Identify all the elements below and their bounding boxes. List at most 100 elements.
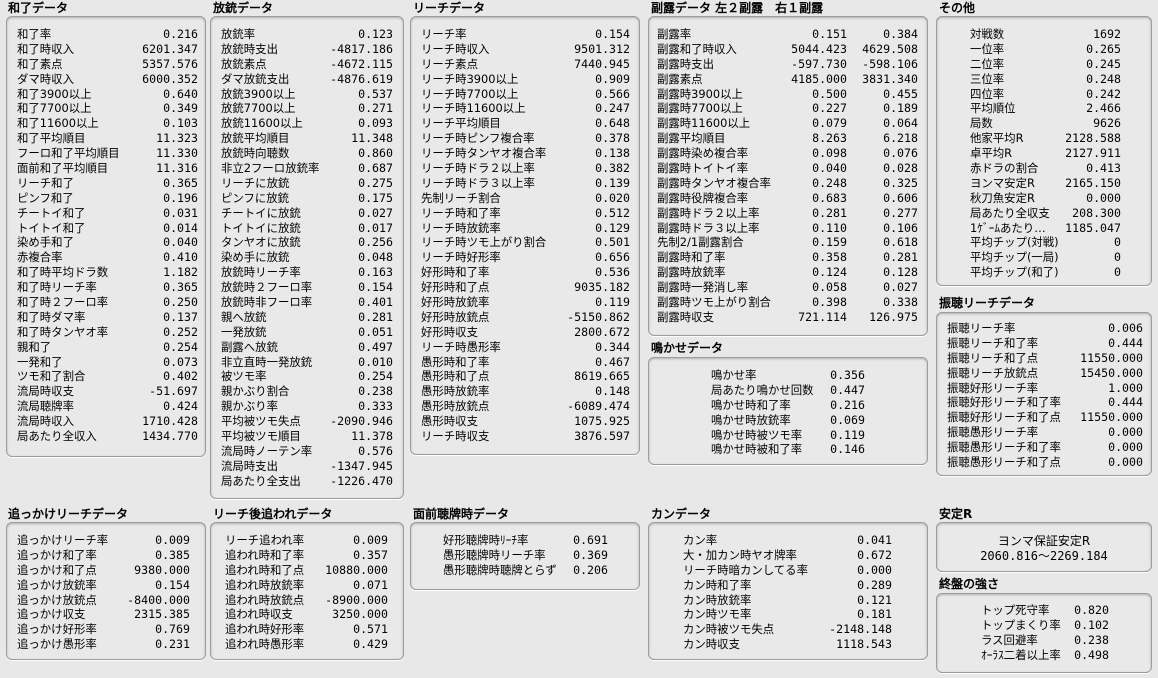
stat-value: 0.385 (155, 547, 190, 562)
stat-label: 振聴愚形リーチ率 (947, 425, 1039, 440)
stat-label: 和了時リーチ率 (17, 280, 97, 295)
stat-value: -4817.186 (330, 41, 393, 56)
stat-label: 振聴リーチ和了点 (947, 350, 1039, 365)
furiten-row: 振聴リーチ率 0.006 (937, 321, 1151, 336)
stat-value: 0.571 (353, 622, 388, 637)
stat-value: 0.333 (358, 399, 393, 414)
kan-row: カン時被ツモ失点 -2148.148 (649, 622, 927, 637)
stat-value: 0.691 (573, 533, 608, 547)
chase-title: 追っかけリーチデータ (8, 507, 129, 521)
naki-rows: 鳴かせ率 0.356 局あたり鳴かせ回数 0.447 鳴かせ時和了率 0.216 鳴かせ時放… (649, 368, 927, 457)
stat-value: 0.325 (883, 175, 918, 190)
stat-label: 副露へ放銃 (221, 339, 278, 354)
stat-label: カン時放銃率 (683, 592, 752, 607)
stat-value: 0.566 (595, 86, 630, 101)
stat-value: 2800.672 (574, 324, 630, 339)
stat-label: 副露時放銃率 (657, 265, 726, 280)
furiten-row: 振聴リーチ和了率 0.444 (937, 336, 1151, 351)
chase-row: 追っかけ好形率 0.769 (7, 622, 205, 637)
other-row: 他家平均R 2128.588 (937, 131, 1151, 146)
stat-value: 0.163 (358, 265, 393, 280)
stat-label: 和了時収入 (17, 41, 74, 56)
deal-in-row: 放銃3900以上 0.537 (211, 87, 403, 102)
deal-in-row: 流局時ノーテン率 0.576 (211, 444, 403, 459)
stat-value: 0.256 (358, 235, 393, 250)
stat-label: 副露時染め複合率 (657, 146, 749, 161)
stat-value: -1226.470 (330, 473, 393, 488)
stat-label: 副露時トイトイ率 (657, 161, 749, 176)
hora-row: 和了3900以上 0.640 (7, 87, 205, 102)
stat-value: 0.154 (155, 577, 190, 592)
stat-value: 1434.770 (142, 429, 198, 444)
stat-label: 二位率 (970, 56, 1005, 71)
endgame-row: トップまくり率 0.102 (937, 618, 1151, 633)
stat-value: 0.289 (857, 577, 892, 592)
stat-label: ツモ和了割合 (17, 369, 86, 384)
stat-value: 2315.385 (134, 607, 190, 622)
stat-value: 0.175 (358, 190, 393, 205)
deal-in-row: 平均被ツモ失点 -2090.946 (211, 414, 403, 429)
riichi-row: 先制リーチ割合 0.020 (411, 191, 639, 206)
stat-label: 副露時支出 (657, 56, 714, 71)
hora-row: ピンフ和了 0.196 (7, 191, 205, 206)
hora-row: 和了時ダマ率 0.137 (7, 310, 205, 325)
stat-label: 和了3900以上 (17, 86, 92, 101)
hora-panel: 和了率 0.216 和了時収入 6201.347 和了素点 5357.576 ダマ時収入 60… (6, 16, 206, 457)
stat-value: 0.154 (595, 27, 630, 41)
stat-label: 和了11600以上 (17, 116, 99, 131)
stat-label: 副露時3900以上 (657, 86, 743, 101)
stat-value: 0.231 (155, 637, 190, 652)
stat-label: 副露率 (657, 27, 692, 41)
stat-label: 放銃率 (221, 27, 256, 41)
chased-row: 追われ時放銃点 -8900.000 (211, 593, 403, 608)
hora-row: 赤複合率 0.410 (7, 250, 205, 265)
stat-value: 0.014 (163, 220, 198, 235)
stat-value: -51.697 (149, 384, 198, 399)
deal-in-row: ピンフに放銃 0.175 (211, 191, 403, 206)
stat-label: 和了率 (17, 27, 52, 41)
stat-value: 0.382 (595, 161, 630, 176)
stat-value: 0.275 (358, 175, 393, 190)
other-row: 四位率 0.242 (937, 87, 1151, 102)
stat-value: 0.648 (595, 116, 630, 131)
furo-row: 副露素点 4185.000 3831.340 (649, 72, 927, 87)
stat-label: 愚形時放銃率 (421, 384, 490, 399)
menzen-panel: 好形聴牌時ﾘｰﾁ率 0.691 愚形聴牌時リーチ率 0.369 愚形聴牌時聴牌とらず 0.… (410, 522, 640, 590)
furiten-row: 振聴愚形リーチ和了点 0.000 (937, 455, 1151, 470)
stat-label: 四位率 (970, 86, 1005, 101)
stat-value: 1.182 (163, 265, 198, 280)
other-row: 平均チップ(対戦) 0 (937, 235, 1151, 250)
furiten-row: 振聴愚形リーチ率 0.000 (937, 425, 1151, 440)
furo-row: 副露時11600以上 0.079 0.064 (649, 116, 927, 131)
hora-row: リーチ和了 0.365 (7, 176, 205, 191)
stat-value: 0.242 (1086, 86, 1121, 101)
chase-panel: 追っかけリーチ率 0.009 追っかけ和了率 0.385 追っかけ和了点 9380.000… (6, 522, 206, 660)
menzen-rows: 好形聴牌時ﾘｰﾁ率 0.691 愚形聴牌時リーチ率 0.369 愚形聴牌時聴牌とらず 0.… (411, 533, 639, 578)
furo-row: 副露平均順目 8.263 6.218 (649, 131, 927, 146)
stat-value: 0.093 (358, 116, 393, 131)
stat-value: 0.000 (1108, 440, 1143, 455)
furo-title: 副露データ 左２副露 右１副露 (651, 1, 824, 15)
stat-value: 0.076 (883, 146, 918, 161)
stat-value: 2128.588 (1065, 131, 1121, 146)
stat-value: 0.000 (1108, 425, 1143, 440)
hora-row: 和了率 0.216 (7, 27, 205, 42)
stat-label: 好形時放銃率 (421, 295, 490, 310)
naki-row: 鳴かせ時和了率 0.216 (649, 398, 927, 413)
stat-value: 0.640 (163, 86, 198, 101)
stat-value: 11.323 (156, 131, 198, 146)
riichi-row: 愚形時放銃点 -6089.474 (411, 399, 639, 414)
stat-value: 0.672 (857, 547, 892, 562)
stat-label: 振聴リーチ率 (947, 321, 1016, 335)
stat-value: 0.281 (883, 250, 918, 265)
stat-label: リーチ率 (421, 27, 467, 41)
furo-row: 先制2/1副露割合 0.159 0.618 (649, 235, 927, 250)
stat-value: 0.129 (595, 220, 630, 235)
stat-label: 卓平均R (970, 146, 1013, 161)
stat-value: 0.238 (1074, 632, 1109, 647)
stat-label: 流局聴牌率 (17, 399, 74, 414)
deal-in-row: 放銃7700以上 0.271 (211, 101, 403, 116)
chase-row: 追っかけ放銃点 -8400.000 (7, 593, 205, 608)
stat-value: 0 (1114, 250, 1121, 265)
hora-row: ダマ時収入 6000.352 (7, 72, 205, 87)
